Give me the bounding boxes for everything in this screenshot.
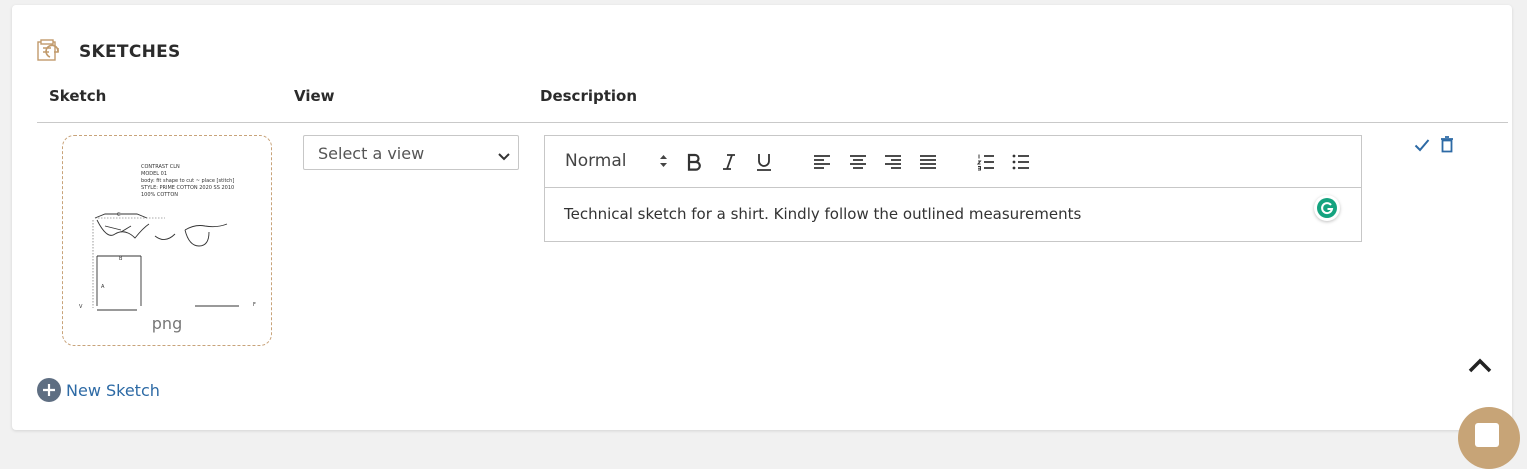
description-text[interactable]: Technical sketch for a shirt. Kindly fol…	[564, 205, 1081, 223]
italic-icon[interactable]	[718, 151, 740, 173]
measure-label-v: V	[79, 304, 83, 310]
section-title: SKETCHES	[79, 42, 181, 62]
header-divider	[37, 122, 1508, 123]
plus-circle-icon	[37, 378, 61, 402]
sketch-image: CONTRAST CLN MODEL 01 body: fit shape to…	[79, 164, 256, 311]
bullet-list-icon[interactable]	[1010, 151, 1032, 173]
measure-label-c: C	[117, 212, 121, 218]
thumbnail-text-1: CONTRAST CLN	[141, 164, 180, 170]
chat-icon	[1475, 423, 1499, 447]
sketch-section-icon	[37, 39, 61, 63]
view-select[interactable]: Select a view	[303, 135, 519, 170]
new-sketch-button[interactable]: New Sketch	[37, 378, 160, 402]
sketches-card: SKETCHES Sketch View Description CONTRAS…	[12, 5, 1512, 430]
check-icon[interactable]	[1414, 138, 1430, 157]
sketch-thumbnail[interactable]: CONTRAST CLN MODEL 01 body: fit shape to…	[62, 135, 272, 346]
grammarly-icon[interactable]	[1314, 195, 1340, 221]
thumbnail-text-3: body: fit shape to cut ~ place [stitch]	[141, 178, 234, 184]
view-select-value: Select a view	[318, 144, 425, 163]
column-header-sketch: Sketch	[49, 87, 107, 105]
ordered-list-icon[interactable]	[975, 151, 997, 173]
thumbnail-text-4: STYLE: PRIME COTTON 2020 SS 2010	[141, 185, 234, 191]
thumbnail-text-5: 100% COTTON	[141, 192, 178, 198]
thumbnail-text-2: MODEL 01	[141, 171, 167, 177]
format-select-value[interactable]: Normal	[565, 151, 627, 171]
editor-toolbar: Normal	[545, 136, 1361, 188]
new-sketch-label: New Sketch	[66, 380, 160, 400]
chevron-up-icon[interactable]	[1468, 358, 1492, 379]
bold-icon[interactable]	[683, 151, 705, 173]
sketch-file-type: png	[151, 314, 183, 333]
column-header-description: Description	[540, 87, 638, 105]
underline-icon[interactable]	[753, 151, 775, 173]
align-center-icon[interactable]	[847, 151, 869, 173]
format-select-arrows-icon[interactable]	[659, 154, 668, 173]
measure-label-a: A	[101, 284, 105, 290]
measure-label-b: B	[119, 256, 123, 262]
measure-label-f: F	[253, 302, 256, 308]
chat-widget-button[interactable]	[1458, 407, 1520, 469]
chevron-down-icon	[498, 148, 510, 166]
align-left-icon[interactable]	[811, 151, 833, 173]
align-justify-icon[interactable]	[917, 151, 939, 173]
description-editor: Normal Technical sketch for a shirt. Kin…	[544, 135, 1362, 242]
trash-icon[interactable]	[1440, 136, 1454, 158]
align-right-icon[interactable]	[882, 151, 904, 173]
column-header-view: View	[294, 87, 335, 105]
